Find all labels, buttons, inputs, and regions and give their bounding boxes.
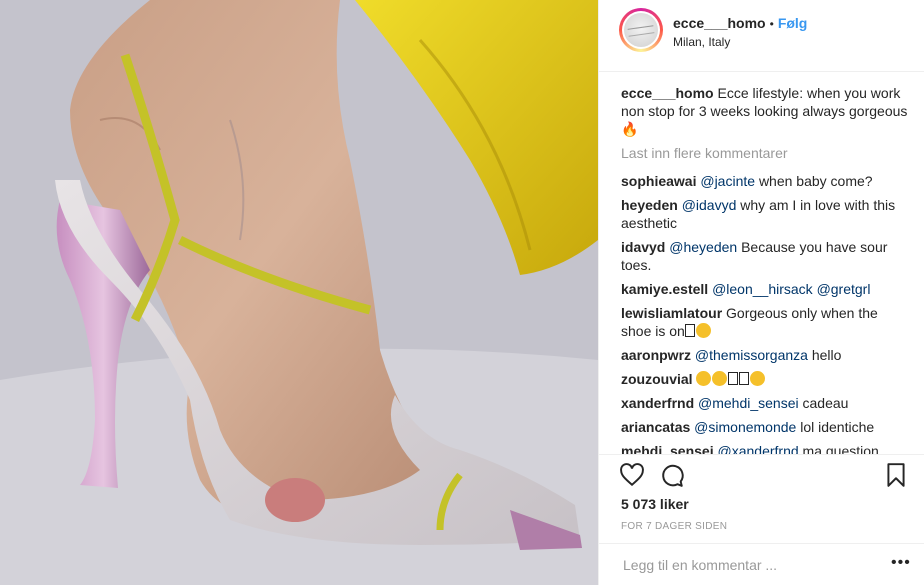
post-actions: 5 073 liker FOR 7 DAGER SIDEN ••• [599, 454, 924, 584]
comment-mention[interactable]: @themissorganza [695, 347, 808, 363]
avatar[interactable] [619, 8, 663, 52]
comment-mention[interactable]: @leon__hirsack [712, 281, 813, 297]
post-side-panel: ecce___homo • Følg Milan, Italy ecce___hom… [598, 0, 924, 585]
add-comment-input[interactable] [621, 556, 885, 574]
follow-button[interactable]: Følg [778, 15, 808, 31]
comment-text: when baby come? [758, 173, 873, 189]
username-link[interactable]: ecce___homo [673, 15, 766, 31]
post-timestamp[interactable]: FOR 7 DAGER SIDEN [621, 521, 727, 532]
like-count[interactable]: 5 073 liker [621, 496, 689, 512]
avatar-image [624, 13, 658, 47]
comment-mention[interactable]: @mehdi_sensei [698, 395, 799, 411]
comment-username[interactable]: heyeden [621, 197, 678, 213]
comment: kamiye.estell @leon__hirsack @gretgrl [621, 280, 911, 298]
laughing-emoji-icon [712, 371, 728, 386]
comment-username[interactable]: zouzouvial [621, 371, 693, 387]
load-more-comments-button[interactable]: Last inn flere kommentarer [621, 144, 911, 162]
fire-emoji: 🔥 [621, 121, 639, 137]
more-options-icon[interactable]: ••• [891, 554, 911, 572]
comment-username[interactable]: xanderfrnd [621, 395, 694, 411]
comment-username[interactable]: aaronpwrz [621, 347, 691, 363]
add-comment-bar: ••• [599, 543, 924, 585]
comment-text: hello [811, 347, 842, 363]
shoe-photo-illustration [0, 0, 598, 585]
post-caption: ecce___homo Ecce lifestyle: when you wor… [621, 84, 911, 138]
comment-text: ma question [802, 443, 879, 454]
comment-mention[interactable]: @jacinte [700, 173, 755, 189]
comment-mention[interactable]: @idavyd [682, 197, 737, 213]
caption-username[interactable]: ecce___homo [621, 85, 714, 101]
comment-text: cadeau [802, 395, 849, 411]
comment: lewisliamlatour Gorgeous only when the s… [621, 304, 911, 340]
comment-username[interactable]: mehdi_sensei [621, 443, 714, 454]
comment-username[interactable]: sophieawai [621, 173, 696, 189]
comment-username[interactable]: kamiye.estell [621, 281, 708, 297]
post-header: ecce___homo • Følg Milan, Italy [599, 0, 924, 72]
comment-mention[interactable]: @simonemonde [694, 419, 796, 435]
comment: idavyd @heyeden Because you have sour to… [621, 238, 911, 274]
separator-dot: • [769, 17, 774, 31]
location-link[interactable]: Milan, Italy [673, 35, 730, 49]
comment: heyeden @idavyd why am I in love with th… [621, 196, 911, 232]
comments-list[interactable]: ecce___homo Ecce lifestyle: when you wor… [621, 84, 911, 454]
comment-text: lol identiche [800, 419, 875, 435]
comment-mention[interactable]: @heyeden [669, 239, 737, 255]
comment-mention[interactable]: @gretgrl [817, 281, 871, 297]
laughing-emoji-icon [696, 371, 712, 386]
comment: zouzouvial [621, 370, 911, 388]
screaming-emoji-icon [750, 371, 766, 386]
comment: ariancatas @simonemonde lol identiche [621, 418, 911, 436]
missing-glyph-icon [739, 372, 750, 385]
laughing-emoji-icon [695, 323, 711, 338]
bookmark-icon[interactable] [883, 462, 909, 488]
missing-glyph-icon [728, 372, 739, 385]
post-photo[interactable] [0, 0, 598, 585]
comment-username[interactable]: idavyd [621, 239, 665, 255]
comment: aaronpwrz @themissorganza hello [621, 346, 911, 364]
heart-icon[interactable] [619, 462, 645, 488]
comment: xanderfrnd @mehdi_sensei cadeau [621, 394, 911, 412]
comment: sophieawai @jacinte when baby come? [621, 172, 911, 190]
comment-mention[interactable]: @xanderfrnd [718, 443, 799, 454]
comment: mehdi_sensei @xanderfrnd ma question [621, 442, 911, 454]
comment-username[interactable]: lewisliamlatour [621, 305, 722, 321]
comment-icon[interactable] [659, 462, 685, 488]
comment-username[interactable]: ariancatas [621, 419, 690, 435]
missing-glyph-icon [684, 324, 695, 337]
